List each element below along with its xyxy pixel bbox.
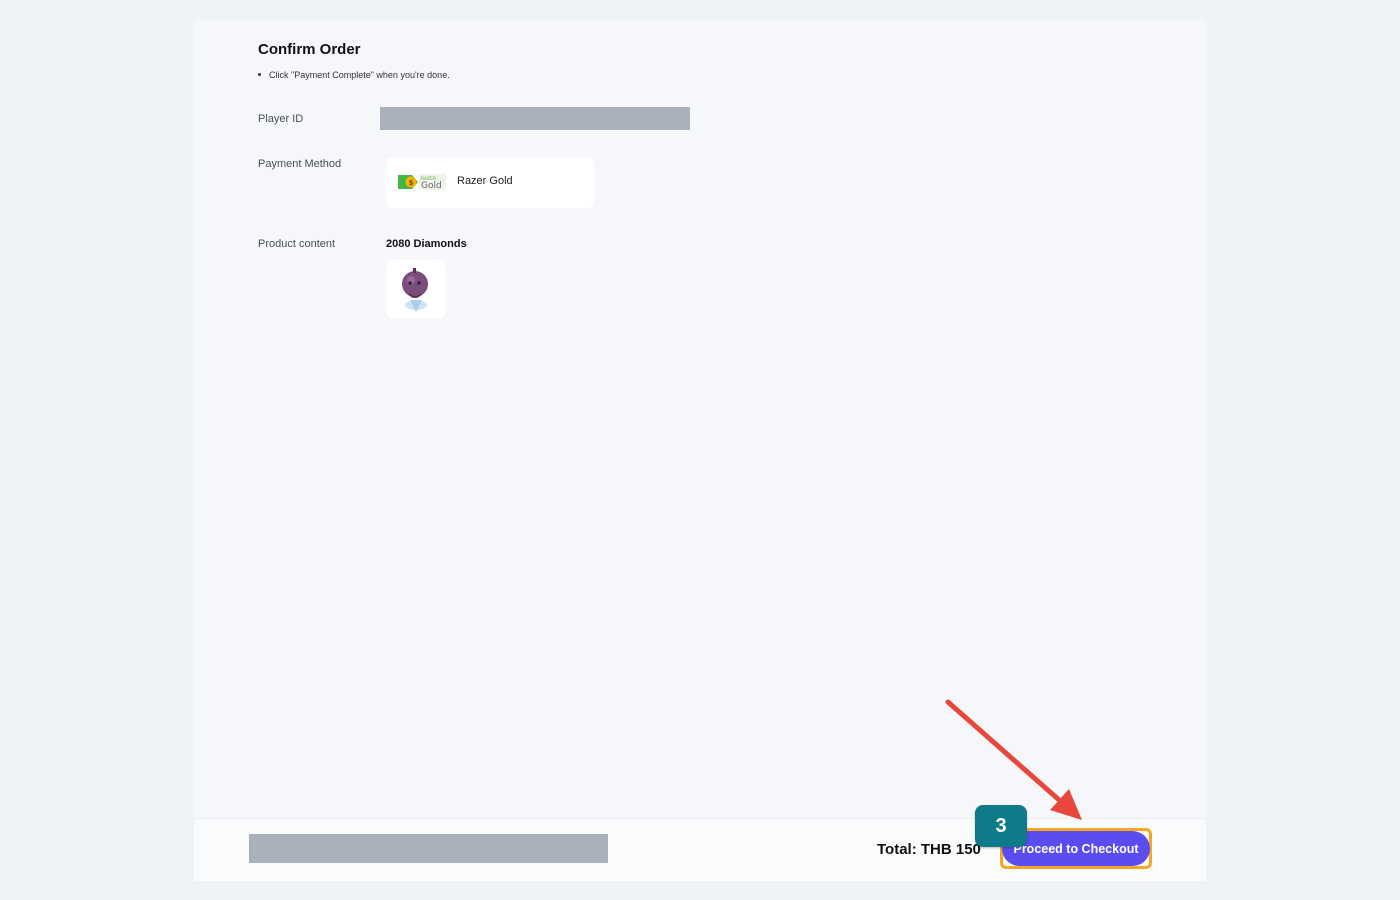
footer-redacted-info (249, 834, 608, 863)
order-total: Total: THB 150 (877, 841, 981, 858)
razer-gold-logo-icon: $ RAZER Gold (398, 174, 446, 191)
player-id-label: Player ID (258, 113, 304, 125)
product-image (386, 260, 446, 318)
step-number-badge: 3 (975, 805, 1027, 847)
product-content-label: Product content (258, 238, 336, 250)
payment-method-card[interactable]: $ RAZER Gold Razer Gold (386, 157, 594, 208)
player-id-redacted-value (380, 107, 690, 130)
bullet-icon (258, 73, 261, 77)
svg-text:$: $ (409, 179, 414, 187)
payment-method-label: Payment Method (258, 158, 342, 170)
page-title: Confirm Order (258, 41, 361, 58)
diamond-character-icon (402, 268, 428, 312)
instruction-label: Click "Payment Complete" when you're don… (269, 70, 450, 80)
product-name: 2080 Diamonds (386, 238, 467, 250)
svg-text:Gold: Gold (421, 181, 442, 191)
instruction-text: Click "Payment Complete" when you're don… (258, 70, 450, 80)
confirm-order-panel: Confirm Order Click "Payment Complete" w… (194, 20, 1206, 881)
payment-method-name: Razer Gold (457, 175, 513, 187)
order-footer: Total: THB 150 Proceed to Checkout (194, 818, 1206, 881)
